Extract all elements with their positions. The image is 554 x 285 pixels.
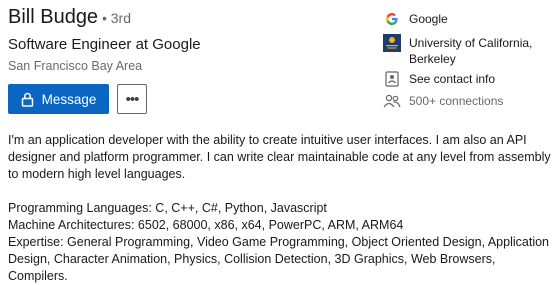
about-paragraph: I'm an application developer with the ab… — [8, 133, 551, 181]
connections-icon — [383, 92, 401, 110]
connection-degree: • 3rd — [98, 10, 131, 26]
about-languages: Programming Languages: C, C++, C#, Pytho… — [8, 201, 327, 215]
current-company[interactable]: Google — [383, 10, 448, 28]
about-section: I'm an application developer with the ab… — [8, 132, 554, 285]
about-expertise: Expertise: General Programming, Video Ga… — [8, 235, 549, 283]
lock-icon — [21, 92, 34, 107]
connections-count: 500+ connections — [409, 94, 504, 108]
education[interactable]: University of California, Berkeley — [383, 34, 532, 67]
about-spacer — [8, 183, 554, 200]
profile-location: San Francisco Bay Area — [8, 59, 143, 73]
education-name-line2: Berkeley — [409, 52, 456, 66]
profile-headline: Software Engineer at Google — [8, 36, 201, 53]
berkeley-logo-icon — [383, 34, 401, 52]
education-name-line1: University of California, — [409, 36, 533, 50]
connections-link[interactable]: 500+ connections — [383, 92, 503, 110]
company-name: Google — [409, 12, 448, 26]
contact-info-link[interactable]: See contact info — [383, 70, 495, 88]
google-logo-icon — [383, 10, 401, 28]
contact-info-label: See contact info — [409, 72, 496, 86]
message-button-label: Message — [41, 91, 97, 107]
more-actions-button[interactable]: ••• — [117, 84, 147, 114]
about-architectures: Machine Architectures: 6502, 68000, x86,… — [8, 218, 404, 232]
profile-name: Bill Budge — [8, 6, 99, 28]
contact-card-icon — [383, 70, 401, 88]
more-dots-icon: ••• — [125, 90, 140, 108]
profile-name-line: Bill Budge • 3rd — [8, 6, 131, 29]
message-button[interactable]: Message — [8, 84, 109, 114]
